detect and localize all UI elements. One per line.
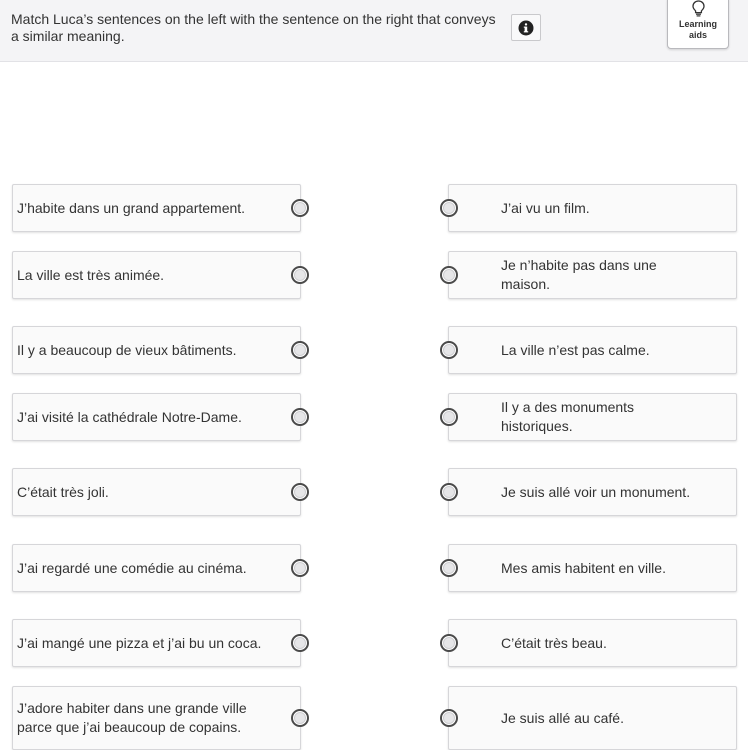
right-item-text: J’ai vu un film. — [501, 199, 590, 216]
right-item-4[interactable]: Il y a des monuments historiques. — [440, 393, 737, 441]
right-connector-radio[interactable] — [440, 634, 458, 652]
right-item-8[interactable]: Je suis allé au café. — [440, 686, 737, 750]
header-bar: Match Luca’s sentences on the left with … — [0, 0, 748, 62]
right-item-text: La ville n’est pas calme. — [501, 341, 650, 358]
left-item-text: Il y a beaucoup de vieux bâtiments. — [17, 341, 237, 358]
left-item-5[interactable]: C’était très joli. — [12, 468, 309, 516]
left-connector-radio[interactable] — [291, 408, 309, 426]
right-connector-radio[interactable] — [440, 709, 458, 727]
left-item-text: C’était très joli. — [17, 483, 109, 500]
right-item-text: Mes amis habitent en ville. — [501, 559, 666, 576]
left-connector-radio[interactable] — [291, 483, 309, 501]
info-button[interactable] — [511, 14, 541, 41]
left-connector-radio[interactable] — [291, 199, 309, 217]
right-connector-radio[interactable] — [440, 408, 458, 426]
right-item-7[interactable]: C’était très beau. — [440, 619, 737, 667]
left-connector-radio[interactable] — [291, 266, 309, 284]
right-item-6[interactable]: Mes amis habitent en ville. — [440, 544, 737, 592]
right-item-1[interactable]: J’ai vu un film. — [440, 184, 737, 232]
right-connector-radio[interactable] — [440, 559, 458, 577]
lightbulb-icon — [692, 0, 705, 17]
right-item-3[interactable]: La ville n’est pas calme. — [440, 326, 737, 374]
left-connector-radio[interactable] — [291, 559, 309, 577]
learning-aids-label: Learning aids — [678, 19, 717, 40]
left-item-text: La ville est très animée. — [17, 266, 165, 283]
right-connector-radio[interactable] — [440, 483, 458, 501]
right-item-text: C’était très beau. — [501, 634, 607, 651]
right-item-2[interactable]: Je n’habite pas dans une maison. — [440, 251, 737, 299]
left-connector-radio[interactable] — [291, 634, 309, 652]
left-item-text: J’ai mangé une pizza et j’ai bu un coca. — [17, 634, 262, 651]
info-icon — [518, 20, 534, 35]
left-item-2[interactable]: La ville est très animée. — [12, 251, 309, 299]
instructions-text: Match Luca’s sentences on the left with … — [11, 11, 496, 44]
left-item-1[interactable]: J’habite dans un grand appartement. — [12, 184, 309, 232]
right-connector-radio[interactable] — [440, 199, 458, 217]
left-connector-radio[interactable] — [291, 341, 309, 359]
right-item-text: Je suis allé voir un monument. — [501, 483, 691, 500]
right-item-text: Je suis allé au café. — [501, 709, 624, 726]
right-connector-radio[interactable] — [440, 266, 458, 284]
right-item-text: Il y a des monuments historiques. — [501, 399, 635, 434]
right-item-5[interactable]: Je suis allé voir un monument. — [440, 468, 737, 516]
left-item-4[interactable]: J’ai visité la cathédrale Notre-Dame. — [12, 393, 309, 441]
left-connector-radio[interactable] — [291, 709, 309, 727]
learning-aids-button[interactable]: Learning aids — [667, 0, 729, 49]
left-item-8[interactable]: J’adore habiter dans une grande ville pa… — [12, 686, 309, 750]
left-item-text: J’ai visité la cathédrale Notre-Dame. — [17, 408, 242, 425]
left-item-7[interactable]: J’ai mangé une pizza et j’ai bu un coca. — [12, 619, 309, 667]
left-item-text: J’adore habiter dans une grande ville pa… — [17, 700, 247, 735]
left-item-3[interactable]: Il y a beaucoup de vieux bâtiments. — [12, 326, 309, 374]
left-item-text: J’ai regardé une comédie au cinéma. — [17, 559, 247, 576]
left-item-text: J’habite dans un grand appartement. — [17, 199, 246, 216]
right-item-text: Je n’habite pas dans une maison. — [501, 257, 657, 292]
right-connector-radio[interactable] — [440, 341, 458, 359]
left-item-6[interactable]: J’ai regardé une comédie au cinéma. — [12, 544, 309, 592]
